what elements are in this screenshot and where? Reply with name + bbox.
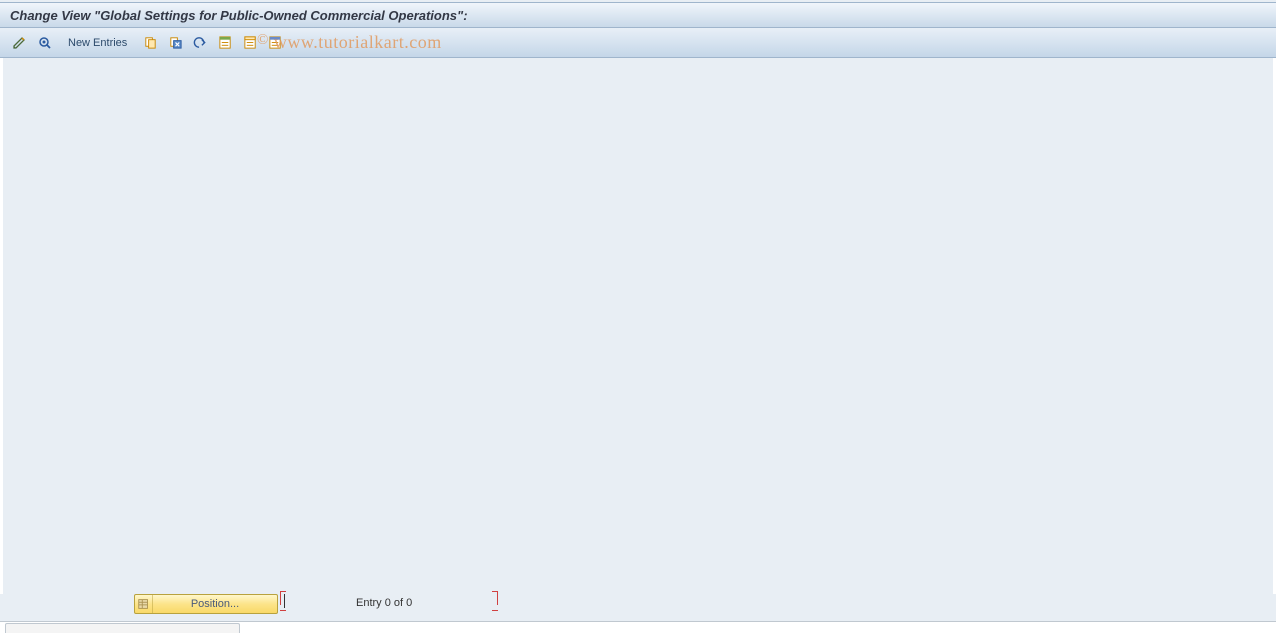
toggle-change-button[interactable] — [10, 33, 30, 53]
position-label: Position... — [153, 598, 277, 610]
copy-button[interactable] — [140, 33, 160, 53]
select-all-button[interactable] — [215, 33, 235, 53]
content-area — [0, 58, 1276, 594]
statusbar-tab[interactable] — [5, 623, 240, 633]
selection-bracket-right — [492, 591, 498, 605]
title-bar: Change View "Global Settings for Public-… — [0, 2, 1276, 28]
position-icon — [135, 595, 153, 613]
undo-button[interactable] — [190, 33, 210, 53]
position-button[interactable]: Position... — [134, 594, 278, 614]
delete-button[interactable] — [165, 33, 185, 53]
statusbar-area — [0, 621, 1276, 633]
new-entries-button[interactable]: New Entries — [62, 33, 133, 53]
text-cursor — [284, 594, 285, 608]
application-toolbar: New Entries — [0, 28, 1276, 58]
page-title: Change View "Global Settings for Public-… — [10, 8, 468, 23]
entry-counter: Entry 0 of 0 — [356, 597, 412, 609]
selection-bracket-left — [280, 591, 286, 605]
new-entries-label: New Entries — [68, 37, 127, 49]
other-view-button[interactable] — [35, 33, 55, 53]
print-button[interactable] — [265, 33, 285, 53]
deselect-all-button[interactable] — [240, 33, 260, 53]
footer-bar: Position... Entry 0 of 0 — [0, 594, 1276, 618]
